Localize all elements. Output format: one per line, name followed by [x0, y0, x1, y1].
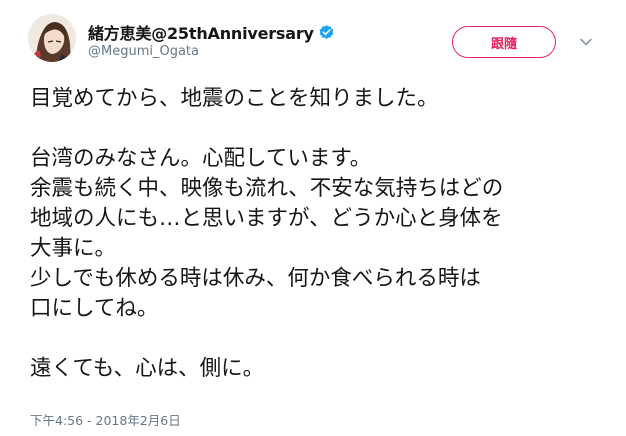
- tweet-line: 余震も続く中、映像も流れ、不安な気持ちはどの: [30, 176, 504, 201]
- tweet-line: 大事に。: [30, 236, 117, 261]
- tweet-timestamp[interactable]: 下午4:56 - 2018年2月6日: [30, 410, 181, 429]
- user-handle[interactable]: @Megumi_Ogata: [88, 44, 199, 59]
- tweet-card: 緒方恵美@25thAnniversary @Megumi_Ogata 跟隨 目覚…: [0, 0, 626, 436]
- chevron-down-icon[interactable]: [578, 34, 594, 50]
- verified-badge-icon: [318, 24, 335, 41]
- tweet-line: 少しでも休める時は休み、何か食べられる時は: [30, 266, 481, 291]
- tweet-line: 台湾のみなさん。心配しています。: [30, 146, 372, 171]
- author-name-row[interactable]: 緒方恵美@25thAnniversary: [88, 20, 335, 44]
- tweet-text: 目覚めてから、地震のことを知りました。 台湾のみなさん。心配しています。 余震も…: [30, 84, 610, 384]
- tweet-line: 遠くても、心は、側に。: [30, 356, 265, 381]
- tweet-line: 口にしてね。: [30, 296, 159, 321]
- tweet-line: 地域の人にも…と思いますが、どうか心と身体を: [30, 206, 503, 231]
- tweet-line: 目覚めてから、地震のことを知りました。: [30, 86, 439, 111]
- display-name[interactable]: 緒方恵美@25thAnniversary: [88, 20, 314, 44]
- avatar-image: [28, 14, 76, 62]
- follow-button[interactable]: 跟隨: [452, 26, 556, 58]
- avatar[interactable]: [28, 14, 76, 62]
